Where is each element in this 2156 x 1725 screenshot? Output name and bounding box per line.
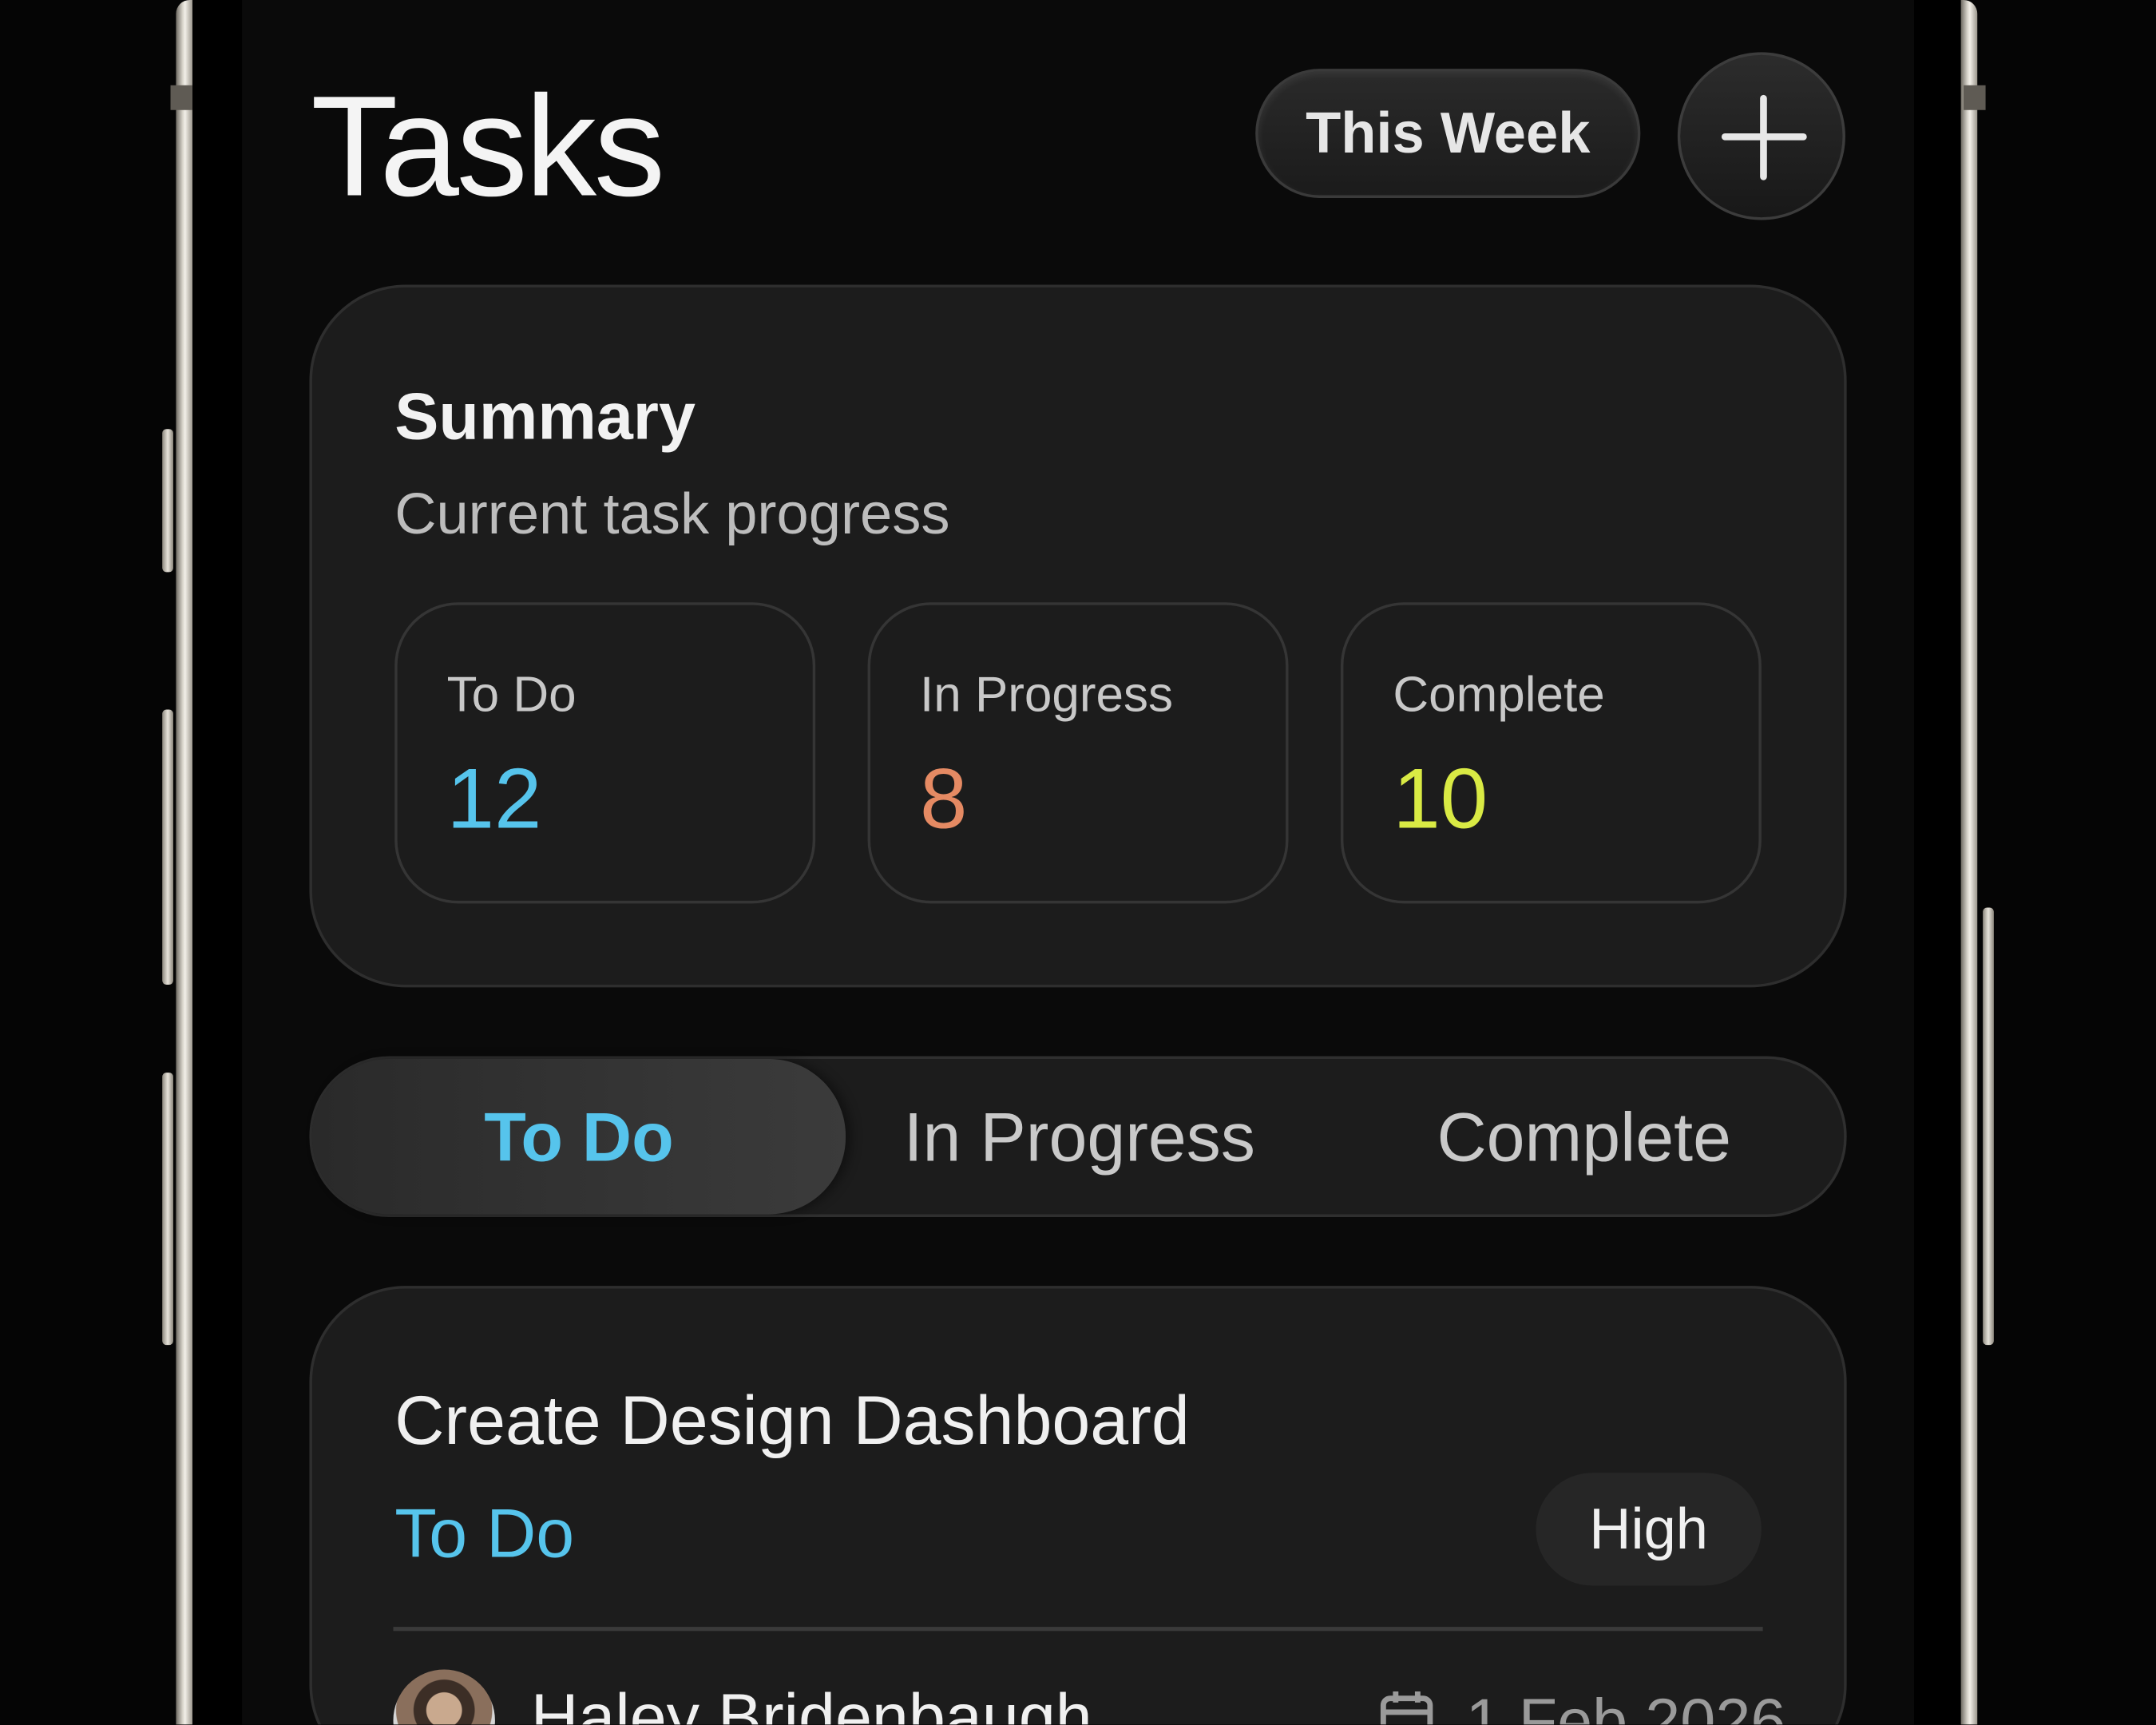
stat-value: 10 [1393, 751, 1488, 847]
stat-complete: Complete 10 [1340, 602, 1762, 904]
priority-badge: High [1536, 1473, 1762, 1586]
phone-frame-left [176, 0, 193, 1725]
assignee-name: Haley Bridenbaugh [530, 1682, 1092, 1725]
tab-complete[interactable]: Complete [1357, 1059, 1811, 1215]
tab-todo[interactable]: To Do [312, 1059, 846, 1215]
summary-subtitle: Current task progress [394, 481, 950, 546]
task-status: To Do [394, 1494, 575, 1572]
stat-in-progress: In Progress 8 [867, 602, 1289, 904]
phone-screen: Tasks This Week Summary Current task pro… [0, 0, 2156, 1725]
antenna-band [170, 85, 193, 110]
calendar-icon [1380, 1691, 1433, 1725]
stat-value: 12 [446, 751, 542, 847]
tab-in-progress[interactable]: In Progress [846, 1059, 1313, 1215]
stat-value: 8 [920, 751, 968, 847]
divider [393, 1627, 1763, 1632]
page-title: Tasks [311, 67, 665, 228]
stat-label: Complete [1393, 665, 1605, 723]
action-button [162, 429, 173, 573]
add-task-button[interactable] [1677, 52, 1845, 220]
stat-label: To Do [446, 665, 577, 723]
period-filter-button[interactable]: This Week [1255, 69, 1641, 198]
phone-frame-right [1960, 0, 1978, 1725]
stat-todo: To Do 12 [394, 602, 816, 904]
status-tabs: To Do In Progress Complete [309, 1056, 1847, 1217]
stat-label: In Progress [920, 665, 1174, 723]
task-title: Create Design Dashboard [394, 1382, 1190, 1460]
volume-down-button [162, 1073, 173, 1346]
due-date: 1 Feb 2026 [1465, 1684, 1786, 1725]
volume-up-button [162, 709, 173, 985]
summary-title: Summary [394, 380, 696, 454]
power-button [1983, 907, 1994, 1346]
antenna-band [1964, 85, 1986, 110]
